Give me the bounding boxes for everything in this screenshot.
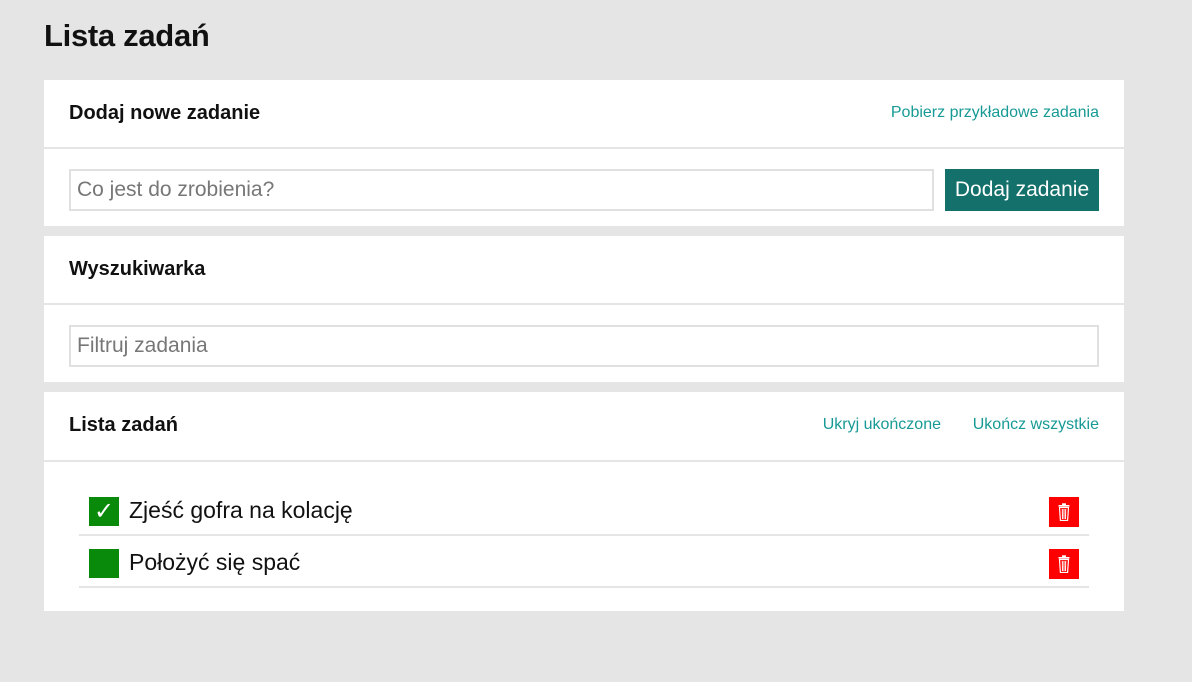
task-list-header: Lista zadań Ukryj ukończone Ukończ wszys… [44, 392, 1124, 462]
complete-all-link[interactable]: Ukończ wszystkie [973, 416, 1099, 434]
add-task-button[interactable]: Dodaj zadanie [945, 169, 1099, 211]
load-sample-tasks-link[interactable]: Pobierz przykładowe zadania [891, 104, 1099, 122]
hide-completed-link[interactable]: Ukryj ukończone [823, 416, 941, 434]
trash-icon [1058, 555, 1070, 573]
search-card: Wyszukiwarka [44, 236, 1124, 382]
search-header: Wyszukiwarka [44, 236, 1124, 305]
filter-tasks-input[interactable] [69, 325, 1099, 367]
task-checkbox[interactable] [89, 549, 119, 578]
delete-task-button[interactable] [1049, 497, 1079, 527]
page-title: Lista zadań [44, 18, 210, 53]
trash-icon [1058, 503, 1070, 521]
task-label: Zjeść gofra na kolację [129, 497, 353, 523]
add-task-title: Dodaj nowe zadanie [69, 102, 261, 124]
task-checkbox[interactable]: ✓ [89, 497, 119, 526]
delete-task-button[interactable] [1049, 549, 1079, 579]
task-item: Położyć się spać [79, 536, 1089, 588]
add-task-card: Dodaj nowe zadanie Pobierz przykładowe z… [44, 80, 1124, 226]
new-task-input[interactable] [69, 169, 934, 211]
search-title: Wyszukiwarka [69, 258, 206, 280]
task-list-card: Lista zadań Ukryj ukończone Ukończ wszys… [44, 392, 1124, 611]
task-list: ✓ Zjeść gofra na kolację Położyć się spa… [79, 484, 1089, 588]
add-task-header: Dodaj nowe zadanie Pobierz przykładowe z… [44, 80, 1124, 149]
task-label: Położyć się spać [129, 549, 301, 575]
task-item: ✓ Zjeść gofra na kolację [79, 484, 1089, 536]
checkmark-icon: ✓ [93, 498, 115, 525]
task-list-title: Lista zadań [69, 414, 178, 436]
